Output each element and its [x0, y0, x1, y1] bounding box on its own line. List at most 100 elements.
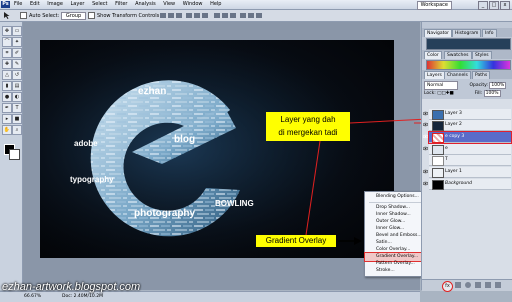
layer-thumbnail: [432, 133, 444, 143]
eye-icon[interactable]: [422, 122, 429, 127]
move-icon[interactable]: ✥: [2, 26, 12, 36]
layers-tabs: Layers Channels Paths: [422, 70, 512, 79]
pen-icon[interactable]: ✒: [2, 103, 12, 113]
auto-select-option[interactable]: Auto Select: Group: [20, 12, 87, 20]
word-typography: typography: [70, 175, 114, 184]
eyedropper-icon[interactable]: ✐: [12, 48, 22, 58]
menu-analysis[interactable]: Analysis: [135, 1, 156, 7]
healing-icon[interactable]: ✚: [2, 59, 12, 69]
marquee-icon[interactable]: ▭: [12, 26, 22, 36]
fill-label: Fill:: [474, 91, 483, 96]
layer-row[interactable]: Layer 1: [422, 167, 511, 178]
menu-help[interactable]: Help: [210, 1, 221, 7]
menu-layer[interactable]: Layer: [71, 1, 85, 7]
history-brush-icon[interactable]: ↺: [12, 70, 22, 80]
tab-swatches[interactable]: Swatches: [444, 51, 472, 59]
trash-icon[interactable]: [495, 282, 501, 288]
watermark: ezhan-artwork.blogspot.com: [2, 281, 141, 293]
menu-filter[interactable]: Filter: [115, 1, 127, 7]
layer-row[interactable]: Background: [422, 179, 511, 190]
layer-row[interactable]: Layer 2: [422, 120, 511, 131]
stamp-icon[interactable]: △: [2, 70, 12, 80]
layer-row[interactable]: T: [429, 155, 511, 166]
layer-name: T: [445, 157, 448, 162]
show-transform-label: Show Transform Controls: [97, 13, 160, 19]
tab-paths[interactable]: Paths: [472, 71, 491, 79]
layer-row[interactable]: e: [422, 144, 511, 155]
fx-button[interactable]: fx: [442, 281, 453, 292]
tab-color[interactable]: Color: [424, 51, 442, 59]
auto-select-dropdown[interactable]: Group: [60, 12, 87, 20]
magic-wand-icon[interactable]: ✦: [12, 37, 22, 47]
layer-row[interactable]: Layer 3: [422, 109, 511, 120]
tab-histogram[interactable]: Histogram: [452, 29, 482, 37]
maximize-button[interactable]: □: [489, 1, 499, 10]
hand-icon[interactable]: ✋: [2, 125, 12, 135]
lasso-icon[interactable]: ⌒: [2, 37, 12, 47]
gradient-callout-label: Gradient Overlay: [265, 236, 327, 245]
eye-icon[interactable]: [422, 134, 429, 139]
layer-thumbnail: [432, 121, 444, 131]
eye-icon[interactable]: [422, 146, 429, 151]
tab-layers[interactable]: Layers: [424, 71, 445, 79]
layer-callout-line-1: Layer yang dah: [280, 115, 336, 124]
menu-select[interactable]: Select: [92, 1, 107, 7]
gradient-icon[interactable]: ▤: [12, 81, 22, 91]
toolbox: ✥ ▭ ⌒ ✦ ⌗ ✐ ✚ ✎ △ ↺ ▮ ▤ ● ◐ ✒ T ▸ ■ ✋ ⌕: [0, 22, 23, 290]
color-ramp[interactable]: [426, 60, 511, 70]
opacity-field[interactable]: 100%: [489, 82, 507, 89]
gradient-callout: Gradient Overlay: [256, 235, 336, 247]
move-tool-icon: [3, 12, 11, 19]
canvas[interactable]: ezhan blog adobe BOWLING typography phot…: [40, 40, 394, 258]
blur-icon[interactable]: ●: [2, 92, 12, 102]
fill-field[interactable]: 100%: [483, 90, 501, 97]
layer-callout-line-2: di mergekan tadi: [278, 128, 338, 137]
new-layer-button-icon[interactable]: [485, 282, 491, 288]
show-transform-option[interactable]: Show Transform Controls: [88, 12, 159, 19]
path-select-icon[interactable]: ▸: [2, 114, 12, 124]
lock-row: Lock: □□✚■ Fill: 100%: [424, 90, 501, 97]
layer-callout: Layer yang dah di mergekan tadi: [266, 112, 350, 141]
align-buttons: [160, 12, 280, 19]
tab-info[interactable]: Info: [482, 29, 497, 37]
type-icon[interactable]: T: [12, 103, 22, 113]
menu-file[interactable]: File: [14, 1, 22, 7]
adjustment-button-icon[interactable]: [465, 282, 471, 288]
blend-mode-select[interactable]: Normal: [424, 81, 458, 90]
menu-window[interactable]: Window: [183, 1, 203, 7]
group-button-icon[interactable]: [475, 282, 481, 288]
dodge-icon[interactable]: ◐: [12, 92, 22, 102]
tab-navigator[interactable]: Navigator: [424, 29, 453, 37]
menu-view[interactable]: View: [163, 1, 175, 7]
minimize-button[interactable]: _: [478, 1, 488, 10]
panels-dock: Navigator Histogram Info Color Swatches …: [421, 22, 512, 292]
tab-channels[interactable]: Channels: [444, 71, 471, 79]
eraser-icon[interactable]: ▮: [2, 81, 12, 91]
auto-select-checkbox[interactable]: [20, 12, 27, 19]
eye-icon[interactable]: [422, 111, 429, 116]
menu-edit[interactable]: Edit: [30, 1, 40, 7]
menu-image[interactable]: Image: [47, 1, 63, 7]
background-color-swatch[interactable]: [9, 149, 20, 160]
close-button[interactable]: x: [500, 1, 510, 10]
eye-icon[interactable]: [422, 169, 429, 174]
layer-name: Layer 3: [445, 111, 462, 116]
layer-name: Background: [445, 181, 472, 186]
show-transform-checkbox[interactable]: [88, 12, 95, 19]
layer-thumbnail: [432, 145, 444, 155]
layer-row-selected[interactable]: e copy 3: [422, 131, 512, 144]
layer-thumbnail: [432, 180, 444, 190]
eye-icon[interactable]: [422, 181, 429, 186]
app-logo: Ps: [1, 1, 10, 8]
menu-items: File Edit Image Layer Select Filter Anal…: [14, 0, 227, 9]
lock-icons[interactable]: □□✚■: [437, 90, 461, 97]
word-ezhan: ezhan: [138, 86, 166, 97]
brush-icon[interactable]: ✎: [12, 59, 22, 69]
tab-styles[interactable]: Styles: [472, 51, 492, 59]
layer-name: e: [445, 146, 448, 151]
workspace-button[interactable]: Workspace: [416, 1, 452, 10]
mask-button-icon[interactable]: [455, 282, 461, 288]
shape-icon[interactable]: ■: [12, 114, 22, 124]
zoom-icon[interactable]: ⌕: [12, 125, 22, 135]
crop-icon[interactable]: ⌗: [2, 48, 12, 58]
